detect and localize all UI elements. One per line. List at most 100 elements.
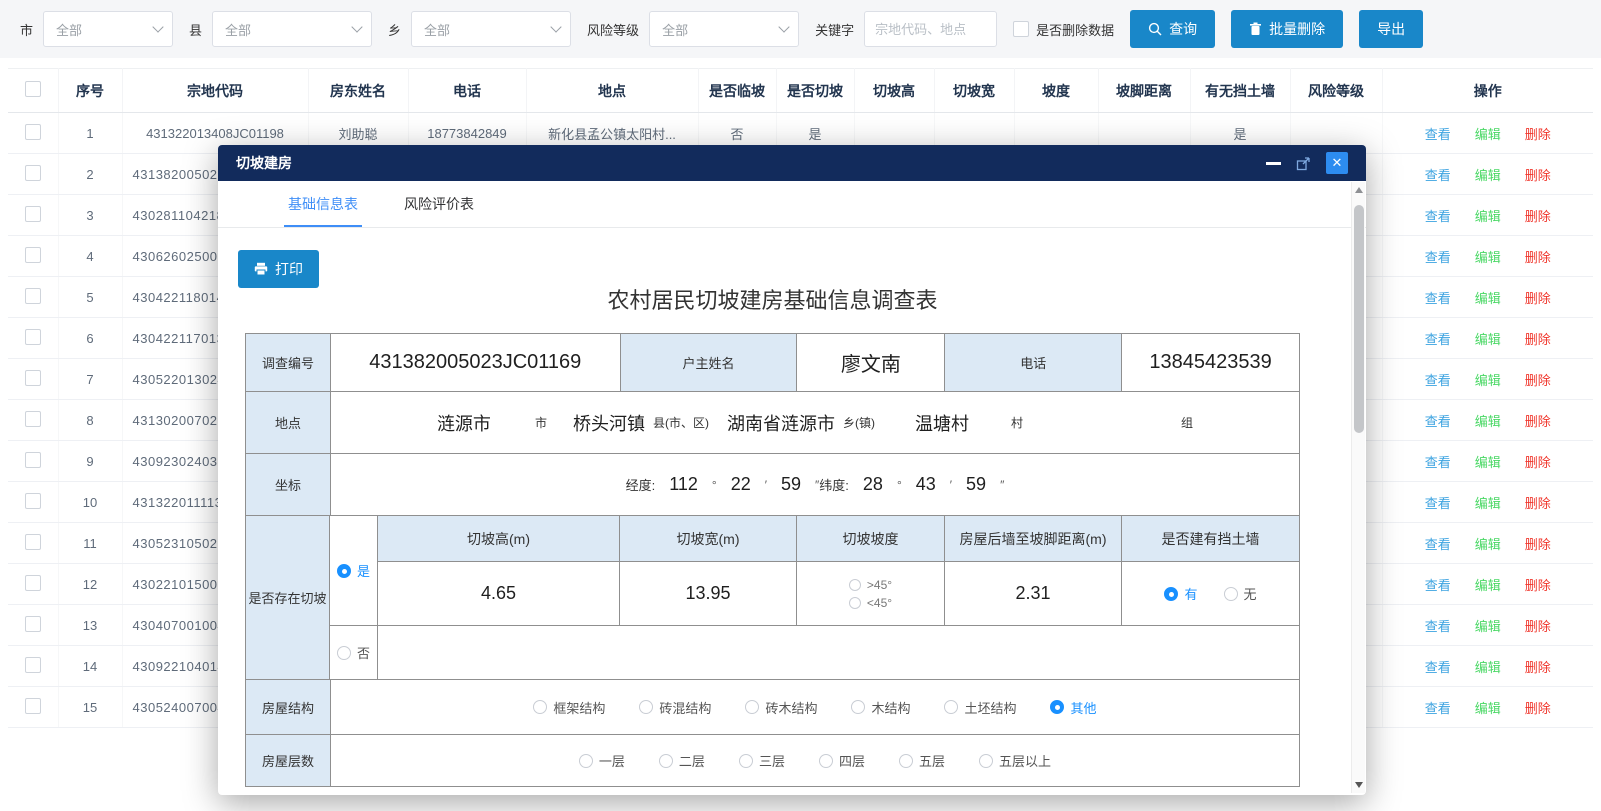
view-link[interactable]: 查看 [1425,414,1451,429]
view-link[interactable]: 查看 [1425,660,1451,675]
row-checkbox[interactable] [25,657,41,673]
delete-link[interactable]: 删除 [1525,660,1551,675]
row-checkbox[interactable] [25,206,41,222]
radio-option[interactable]: 五层以上 [979,751,1051,770]
radio-icon[interactable] [819,754,833,768]
view-link[interactable]: 查看 [1425,332,1451,347]
view-link[interactable]: 查看 [1425,373,1451,388]
slope-angle-radio-group[interactable]: >45°<45° [849,578,892,610]
row-checkbox[interactable] [25,411,41,427]
radio-icon[interactable] [579,754,593,768]
arrow-up-icon[interactable] [1355,187,1363,193]
cut-exists-yes-option[interactable]: 是 [330,516,378,626]
row-checkbox[interactable] [25,534,41,550]
edit-link[interactable]: 编辑 [1475,537,1501,552]
radio-icon[interactable] [899,754,913,768]
delete-link[interactable]: 删除 [1525,701,1551,716]
radio-option[interactable]: 土坯结构 [944,698,1016,717]
radio-option[interactable]: 框架结构 [533,698,605,717]
edit-link[interactable]: 编辑 [1475,619,1501,634]
edit-link[interactable]: 编辑 [1475,291,1501,306]
select-all-checkbox[interactable] [25,81,41,97]
view-link[interactable]: 查看 [1425,291,1451,306]
radio-icon[interactable] [1050,700,1064,714]
edit-link[interactable]: 编辑 [1475,250,1501,265]
view-link[interactable]: 查看 [1425,701,1451,716]
radio-option[interactable]: 无 [1224,584,1257,603]
view-link[interactable]: 查看 [1425,455,1451,470]
radio-option[interactable]: 木结构 [851,698,910,717]
modal-scrollbar[interactable] [1351,182,1365,793]
radio-yes[interactable] [337,564,351,578]
row-checkbox[interactable] [25,698,41,714]
radio-icon[interactable] [944,700,958,714]
arrow-down-icon[interactable] [1355,782,1363,788]
batch-delete-button[interactable]: 批量删除 [1231,10,1343,48]
edit-link[interactable]: 编辑 [1475,496,1501,511]
radio-icon[interactable] [851,700,865,714]
delete-link[interactable]: 删除 [1525,127,1551,142]
delete-link[interactable]: 删除 [1525,373,1551,388]
delete-link[interactable]: 删除 [1525,496,1551,511]
edit-link[interactable]: 编辑 [1475,414,1501,429]
close-icon[interactable]: ✕ [1326,152,1348,174]
edit-link[interactable]: 编辑 [1475,332,1501,347]
row-checkbox[interactable] [25,329,41,345]
row-checkbox[interactable] [25,370,41,386]
view-link[interactable]: 查看 [1425,537,1451,552]
delete-link[interactable]: 删除 [1525,209,1551,224]
delete-link[interactable]: 删除 [1525,291,1551,306]
row-checkbox[interactable] [25,452,41,468]
edit-link[interactable]: 编辑 [1475,701,1501,716]
edit-link[interactable]: 编辑 [1475,209,1501,224]
radio-option[interactable]: 五层 [899,751,945,770]
keyword-input[interactable] [864,11,997,47]
floors-radio-group[interactable]: 一层二层三层四层五层五层以上 [331,751,1299,770]
view-link[interactable]: 查看 [1425,496,1451,511]
view-link[interactable]: 查看 [1425,127,1451,142]
wall-radio-group[interactable]: 有无 [1122,584,1299,603]
view-link[interactable]: 查看 [1425,168,1451,183]
deleted-data-checkbox[interactable]: 是否删除数据 [1013,20,1114,39]
scrollbar-thumb[interactable] [1354,205,1364,433]
maximize-icon[interactable] [1296,156,1311,171]
view-link[interactable]: 查看 [1425,619,1451,634]
city-select[interactable]: 全部 [43,11,173,47]
row-checkbox[interactable] [25,124,41,140]
delete-link[interactable]: 删除 [1525,250,1551,265]
delete-link[interactable]: 删除 [1525,455,1551,470]
edit-link[interactable]: 编辑 [1475,127,1501,142]
radio-icon[interactable] [1224,587,1238,601]
query-button[interactable]: 查询 [1130,10,1215,48]
structure-radio-group[interactable]: 框架结构砖混结构砖木结构木结构土坯结构其他 [331,698,1299,717]
radio-icon[interactable] [745,700,759,714]
delete-link[interactable]: 删除 [1525,537,1551,552]
row-checkbox[interactable] [25,616,41,632]
radio-option[interactable]: 其他 [1050,698,1096,717]
row-checkbox[interactable] [25,247,41,263]
radio-option[interactable]: 有 [1164,584,1197,603]
radio-icon[interactable] [979,754,993,768]
radio-option[interactable]: >45° [849,578,892,592]
row-checkbox[interactable] [25,575,41,591]
edit-link[interactable]: 编辑 [1475,455,1501,470]
row-checkbox[interactable] [25,165,41,181]
county-select[interactable]: 全部 [212,11,372,47]
edit-link[interactable]: 编辑 [1475,168,1501,183]
minimize-icon[interactable] [1266,162,1281,165]
radio-no[interactable] [337,646,351,660]
radio-icon[interactable] [849,579,861,591]
edit-link[interactable]: 编辑 [1475,578,1501,593]
delete-link[interactable]: 删除 [1525,332,1551,347]
cut-exists-no-option[interactable]: 否 [330,626,378,680]
export-button[interactable]: 导出 [1359,10,1423,48]
radio-option[interactable]: 二层 [659,751,705,770]
radio-option[interactable]: 四层 [819,751,865,770]
radio-icon[interactable] [739,754,753,768]
township-select[interactable]: 全部 [411,11,571,47]
checkbox-box[interactable] [1013,21,1029,37]
view-link[interactable]: 查看 [1425,250,1451,265]
view-link[interactable]: 查看 [1425,209,1451,224]
risk-level-select[interactable]: 全部 [649,11,799,47]
edit-link[interactable]: 编辑 [1475,660,1501,675]
